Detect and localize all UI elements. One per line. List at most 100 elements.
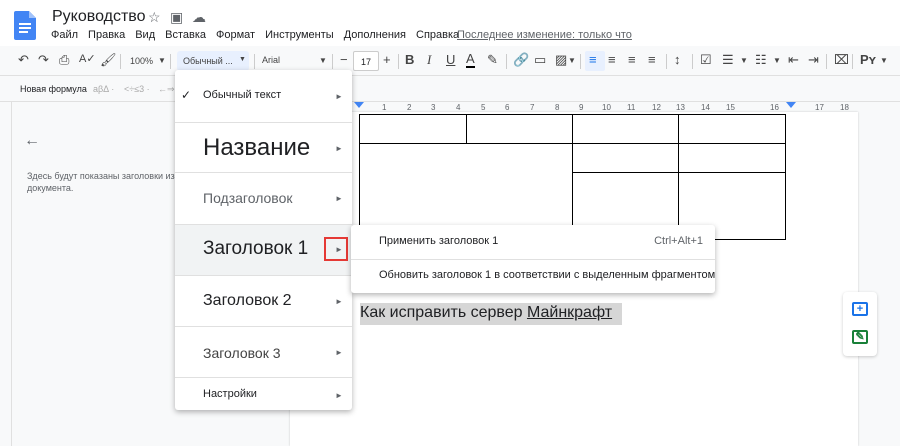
zoom-select[interactable]: 100% [130, 56, 153, 66]
paragraph-style-value: Обычный ... [183, 56, 233, 66]
checklist-icon[interactable]: ☑ [700, 52, 712, 68]
table-cell[interactable] [678, 114, 786, 144]
submenu-arrow-icon[interactable]: ► [335, 348, 343, 357]
equation-toolbar: Новая формула аβΔ · <÷≤3 · ←⇒↑ · [0, 76, 900, 102]
submenu-arrow-icon[interactable]: ► [335, 144, 343, 153]
align-right-icon[interactable]: ≡ [628, 52, 636, 67]
align-justify-icon[interactable]: ≡ [648, 52, 656, 67]
menu-insert[interactable]: Вставка [165, 29, 206, 41]
move-folder-icon[interactable]: ▣ [170, 9, 183, 26]
decrease-font-size-button[interactable]: − [340, 52, 348, 67]
toolbar-divider [506, 54, 507, 69]
add-comment-icon[interactable]: + [852, 302, 868, 316]
numbered-list-icon[interactable]: ☷ [755, 52, 767, 68]
increase-font-size-button[interactable]: + [383, 52, 391, 67]
outline-empty-message: Здесь будут показаны заголовки из докуме… [27, 171, 175, 193]
menu-item-heading-3[interactable]: Заголовок 3 [203, 345, 281, 361]
ruler-number: 17 [815, 103, 824, 112]
new-equation-button[interactable]: Новая формула [20, 84, 87, 94]
menu-item-subtitle[interactable]: Подзаголовок [203, 190, 293, 206]
menu-divider [175, 224, 352, 225]
menu-addons[interactable]: Дополнения [344, 29, 406, 41]
last-edit-link[interactable]: Последнее изменение: только что [457, 29, 632, 41]
menu-view[interactable]: Вид [135, 29, 155, 41]
shortcut-label: Ctrl+Alt+1 [654, 235, 703, 247]
italic-button[interactable]: I [427, 52, 431, 68]
decrease-indent-icon[interactable]: ⇤ [788, 52, 799, 68]
submenu-arrow-icon[interactable]: ► [335, 92, 343, 101]
table-cell[interactable] [572, 114, 679, 144]
update-heading-1-item[interactable]: Обновить заголовок 1 в соответствии с вы… [379, 269, 715, 281]
floating-actions: + ✎ [843, 292, 877, 356]
menu-file[interactable]: Файл [51, 29, 78, 41]
input-tools-button[interactable]: Pʏ [860, 52, 876, 67]
chevron-down-icon[interactable]: ▼ [568, 56, 576, 65]
heading-link-text[interactable]: Майнкрафт [527, 304, 612, 321]
link-icon[interactable]: 🔗 [513, 52, 529, 68]
paint-format-icon[interactable]: 🖌 [100, 52, 117, 68]
font-size-input[interactable]: 17 [353, 51, 379, 71]
menu-item-options[interactable]: Настройки [203, 388, 257, 400]
print-icon[interactable]: ⎙ [59, 52, 69, 68]
menu-edit[interactable]: Правка [88, 29, 125, 41]
underline-button[interactable]: U [446, 52, 455, 67]
ruler-number: 1 [382, 103, 387, 112]
insert-image-icon[interactable]: ▨ [555, 52, 567, 68]
menu-item-heading-2[interactable]: Заголовок 2 [203, 292, 292, 310]
align-center-icon[interactable]: ≡ [608, 52, 616, 67]
chevron-down-icon[interactable]: ▼ [319, 56, 327, 65]
clear-formatting-icon[interactable]: ⌧ [834, 52, 849, 68]
suggest-edits-icon[interactable]: ✎ [852, 330, 868, 344]
back-arrow-icon[interactable]: ← [24, 132, 40, 150]
ruler-number: 8 [555, 103, 560, 112]
toolbar-divider [120, 54, 121, 69]
docs-logo-icon[interactable] [14, 11, 36, 40]
left-indent-marker[interactable] [354, 102, 364, 108]
menu-format[interactable]: Формат [216, 29, 255, 41]
selected-heading-text[interactable]: Как исправить сервер Майнкрафт [360, 303, 623, 325]
menu-item-title[interactable]: Название [203, 134, 310, 162]
chevron-down-icon[interactable]: ▼ [158, 56, 166, 65]
chevron-down-icon[interactable]: ▼ [773, 56, 781, 65]
toolbar-divider [332, 54, 333, 69]
menu-item-normal-text[interactable]: Обычный текст [203, 89, 281, 101]
misc-operations-menu[interactable]: <÷≤3 · [124, 84, 150, 94]
table-cell[interactable] [572, 143, 679, 173]
horizontal-ruler[interactable]: 1 2 3 4 5 6 7 8 9 10 11 12 13 14 15 16 1… [350, 102, 860, 112]
highlight-pen-icon[interactable]: ✎ [487, 52, 498, 68]
toolbar-divider [254, 54, 255, 69]
undo-icon[interactable]: ↶ [18, 52, 29, 68]
table-cell[interactable] [678, 143, 786, 173]
submenu-arrow-icon[interactable]: ► [335, 391, 343, 400]
add-comment-icon[interactable]: ▭ [534, 52, 546, 68]
chevron-down-icon[interactable]: ▼ [880, 56, 888, 65]
right-indent-marker[interactable] [786, 102, 796, 108]
text-color-button[interactable]: A [466, 52, 475, 68]
document-title[interactable]: Руководство [52, 8, 146, 26]
increase-indent-icon[interactable]: ⇥ [808, 52, 819, 68]
redo-icon[interactable]: ↷ [38, 52, 49, 68]
paragraph-style-select[interactable]: Обычный ... ▼ [177, 51, 249, 71]
cloud-status-icon[interactable]: ☁ [192, 9, 206, 26]
menu-divider [175, 122, 352, 123]
spellcheck-icon[interactable]: A✓ [79, 52, 96, 65]
bold-button[interactable]: B [405, 52, 414, 67]
highlight-annotation-box [324, 237, 348, 261]
menu-item-heading-1[interactable]: Заголовок 1 [203, 238, 308, 260]
menu-help[interactable]: Справка [416, 29, 459, 41]
apply-heading-1-item[interactable]: Применить заголовок 1 [379, 235, 498, 247]
table-cell[interactable] [359, 114, 467, 144]
line-spacing-icon[interactable]: ↕ [674, 52, 681, 67]
greek-letters-menu[interactable]: аβΔ · [93, 84, 114, 94]
submenu-arrow-icon[interactable]: ► [335, 194, 343, 203]
star-icon[interactable]: ☆ [148, 9, 161, 26]
submenu-arrow-icon[interactable]: ► [335, 297, 343, 306]
checkmark-icon: ✓ [181, 88, 192, 102]
chevron-down-icon[interactable]: ▼ [740, 56, 748, 65]
table-cell[interactable] [466, 114, 573, 144]
document-table[interactable] [359, 114, 786, 240]
align-left-button[interactable]: ≡ [585, 51, 605, 71]
menu-tools[interactable]: Инструменты [265, 29, 334, 41]
bulleted-list-icon[interactable]: ☰ [722, 52, 734, 68]
font-select[interactable]: Arial [262, 55, 280, 65]
